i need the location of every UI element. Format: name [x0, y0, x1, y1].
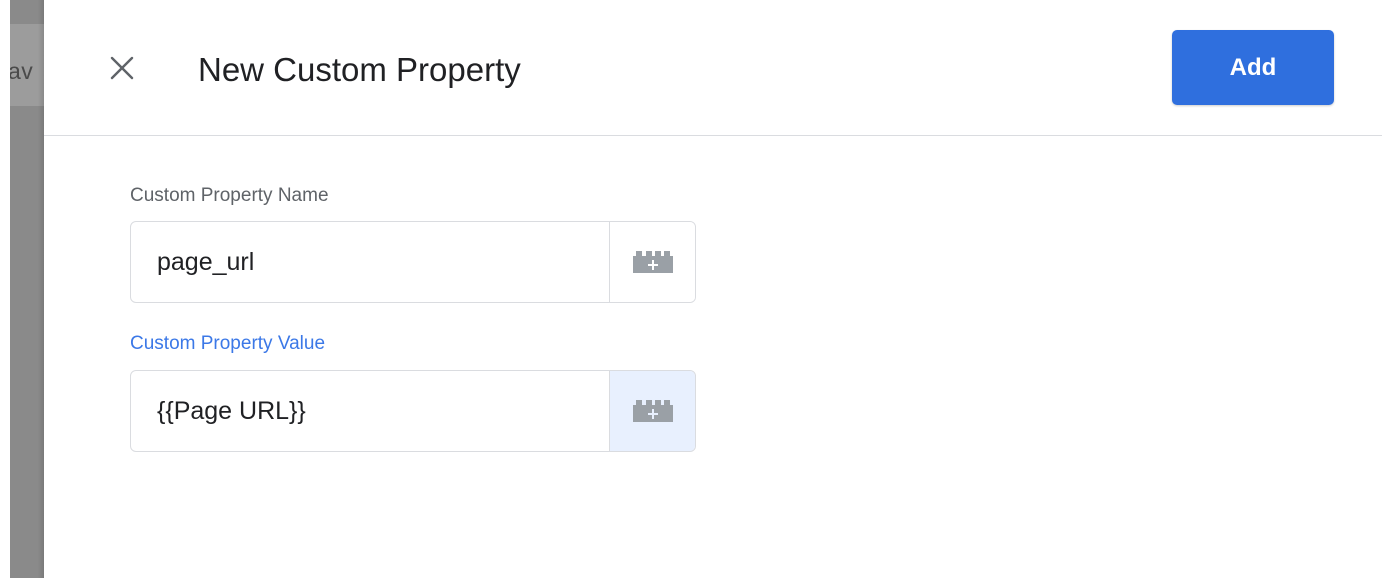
property-value-variable-button[interactable] [609, 371, 695, 451]
property-value-field [130, 370, 696, 452]
custom-property-panel: New Custom Property Add Custom Property … [44, 0, 1382, 578]
property-name-label: Custom Property Name [130, 185, 329, 206]
background-partial-text: av [10, 58, 34, 84]
property-name-variable-button[interactable] [609, 222, 695, 302]
add-variable-icon [632, 400, 673, 422]
left-edge [0, 0, 10, 578]
property-value-input[interactable] [131, 371, 611, 451]
panel-header: New Custom Property Add [44, 0, 1382, 136]
panel-title: New Custom Property [198, 51, 521, 88]
property-name-input[interactable] [131, 222, 611, 302]
screen: av New Custom Property Add Custom Proper… [0, 0, 1382, 578]
property-name-field [130, 221, 696, 303]
close-icon [110, 56, 134, 80]
background-scrim[interactable]: av [10, 0, 44, 578]
add-button[interactable]: Add [1172, 30, 1334, 105]
close-button[interactable] [106, 52, 138, 84]
add-variable-icon [632, 251, 673, 273]
property-value-label: Custom Property Value [130, 333, 326, 354]
